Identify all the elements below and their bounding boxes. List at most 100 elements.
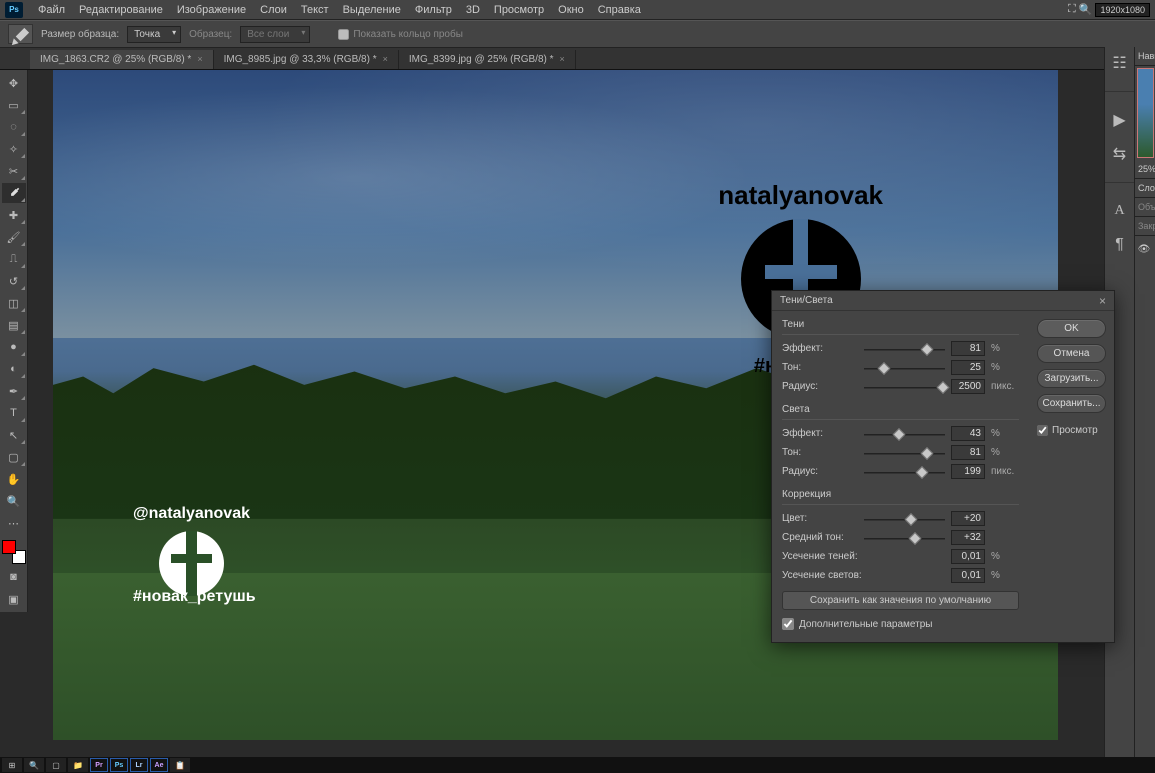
premiere-icon[interactable]: Pr <box>90 758 108 772</box>
notes-icon[interactable]: 📋 <box>170 758 190 772</box>
clip-black-input[interactable] <box>951 549 985 564</box>
search-icon[interactable]: 🔍 <box>1079 3 1093 16</box>
screen-mode-icon[interactable]: ▣ <box>2 589 26 609</box>
color-input[interactable] <box>951 511 985 526</box>
adjustments-icon[interactable]: ⇆ <box>1110 144 1130 164</box>
highlights-radius-slider[interactable] <box>864 465 945 479</box>
eyedropper-tool-icon[interactable] <box>2 183 26 203</box>
close-icon[interactable]: × <box>1099 294 1106 308</box>
midtone-input[interactable] <box>951 530 985 545</box>
explorer-icon[interactable]: 📁 <box>68 758 88 772</box>
char-panel-icon[interactable]: A <box>1110 201 1130 221</box>
color-slider[interactable] <box>864 512 945 526</box>
layers-panel-tab[interactable]: Слои <box>1135 179 1155 198</box>
sample-size-label: Размер образца: <box>41 29 119 40</box>
visibility-icon[interactable]: 👁 <box>1135 244 1153 260</box>
label: Цвет: <box>782 513 858 524</box>
document-tab[interactable]: IMG_8985.jpg @ 33,3% (RGB/8) * × <box>214 50 399 69</box>
brush-tool-icon[interactable]: 🖌 <box>2 227 26 247</box>
menu-filter[interactable]: Фильтр <box>408 4 459 16</box>
menu-view[interactable]: Просмотр <box>487 4 551 16</box>
dodge-tool-icon[interactable]: ◐ <box>2 359 26 379</box>
ok-button[interactable]: OK <box>1037 319 1106 338</box>
load-button[interactable]: Загрузить... <box>1037 369 1106 388</box>
mask-mode-icon[interactable]: ◙ <box>2 567 26 587</box>
close-icon[interactable]: × <box>560 54 565 65</box>
document-tab[interactable]: IMG_1863.CR2 @ 25% (RGB/8) * × <box>30 50 214 69</box>
marquee-tool-icon[interactable]: ▭ <box>2 95 26 115</box>
navigator-panel-tab[interactable]: Нави <box>1135 47 1155 66</box>
sample-size-dropdown[interactable]: Точка <box>127 26 181 43</box>
preview-checkbox[interactable]: Просмотр <box>1037 425 1106 436</box>
save-defaults-button[interactable]: Сохранить как значения по умолчанию <box>782 591 1019 610</box>
highlights-radius-input[interactable] <box>951 464 985 479</box>
shadows-radius-input[interactable] <box>951 379 985 394</box>
shadows-amount-input[interactable] <box>951 341 985 356</box>
heal-tool-icon[interactable]: ✚ <box>2 205 26 225</box>
save-button[interactable]: Сохранить... <box>1037 394 1106 413</box>
hand-tool-icon[interactable]: ✋ <box>2 469 26 489</box>
highlights-amount-slider[interactable] <box>864 427 945 441</box>
adjust-panel-icon[interactable]: ☷ <box>1110 53 1130 73</box>
gradient-tool-icon[interactable]: ▤ <box>2 315 26 335</box>
menu-file[interactable]: Файл <box>31 4 72 16</box>
play-action-icon[interactable]: ▶ <box>1110 110 1130 130</box>
history-brush-tool-icon[interactable]: ↺ <box>2 271 26 291</box>
pen-tool-icon[interactable]: ✒ <box>2 381 26 401</box>
para-panel-icon[interactable]: ¶ <box>1110 235 1130 255</box>
shadows-tone-input[interactable] <box>951 360 985 375</box>
eraser-tool-icon[interactable]: ◫ <box>2 293 26 313</box>
shadows-tone-slider[interactable] <box>864 361 945 375</box>
navigator-thumbnail[interactable] <box>1137 68 1154 158</box>
menu-edit[interactable]: Редактирование <box>72 4 170 16</box>
blur-tool-icon[interactable]: ● <box>2 337 26 357</box>
photoshop-icon[interactable]: Ps <box>110 758 128 772</box>
menu-layers[interactable]: Слои <box>253 4 294 16</box>
menu-bar: Ps Файл Редактирование Изображение Слои … <box>0 0 1155 20</box>
type-tool-icon[interactable]: T <box>2 403 26 423</box>
more-tools-icon[interactable]: ⋯ <box>2 513 26 533</box>
tool-swatch-icon[interactable] <box>8 24 33 44</box>
highlights-amount-input[interactable] <box>951 426 985 441</box>
highlights-tone-slider[interactable] <box>864 446 945 460</box>
close-icon[interactable]: × <box>197 54 202 65</box>
fg-bg-swatch[interactable] <box>2 540 26 564</box>
label: Радиус: <box>782 466 858 477</box>
highlights-section-title: Света <box>782 402 1019 420</box>
shape-tool-icon[interactable]: ▢ <box>2 447 26 467</box>
watermark-hashtag-small: #новак_ретушь <box>133 588 256 606</box>
menu-help[interactable]: Справка <box>591 4 648 16</box>
menu-select[interactable]: Выделение <box>336 4 408 16</box>
dialog-titlebar[interactable]: Тени/Света × <box>772 291 1114 311</box>
move-tool-icon[interactable]: ✥ <box>2 73 26 93</box>
sample-layers-dropdown[interactable]: Все слои <box>240 26 310 43</box>
start-button[interactable]: ⊞ <box>2 758 22 772</box>
menu-text[interactable]: Текст <box>294 4 336 16</box>
lasso-tool-icon[interactable]: ◌ <box>2 117 26 137</box>
show-ring-checkbox[interactable]: Показать кольцо пробы <box>338 29 463 40</box>
lightroom-icon[interactable]: Lr <box>130 758 148 772</box>
menu-3d[interactable]: 3D <box>459 4 487 16</box>
zoom-tool-icon[interactable]: 🔍 <box>2 491 26 511</box>
navigator-zoom[interactable]: 25% <box>1135 160 1155 179</box>
highlights-tone-input[interactable] <box>951 445 985 460</box>
midtone-slider[interactable] <box>864 531 945 545</box>
aftereffects-icon[interactable]: Ae <box>150 758 168 772</box>
stamp-tool-icon[interactable]: ⎍ <box>2 249 26 269</box>
more-options-checkbox[interactable]: Дополнительные параметры <box>782 618 1019 630</box>
cancel-button[interactable]: Отмена <box>1037 344 1106 363</box>
wand-tool-icon[interactable]: ✧ <box>2 139 26 159</box>
search-task-icon[interactable]: 🔍 <box>24 758 44 772</box>
document-tab[interactable]: IMG_8399.jpg @ 25% (RGB/8) * × <box>399 50 576 69</box>
path-tool-icon[interactable]: ↖ <box>2 425 26 445</box>
clip-white-input[interactable] <box>951 568 985 583</box>
close-icon[interactable]: × <box>383 54 388 65</box>
menu-window[interactable]: Окно <box>551 4 591 16</box>
menu-image[interactable]: Изображение <box>170 4 253 16</box>
layers-kind[interactable]: Объ <box>1135 198 1155 217</box>
shadows-amount-slider[interactable] <box>864 342 945 356</box>
left-toolbar: ✥ ▭ ◌ ✧ ✂ ✚ 🖌 ⎍ ↺ ◫ ▤ ● ◐ ✒ T ↖ ▢ ✋ 🔍 ⋯ … <box>0 70 28 612</box>
crop-tool-icon[interactable]: ✂ <box>2 161 26 181</box>
shadows-radius-slider[interactable] <box>864 380 945 394</box>
task-view-icon[interactable]: ▢ <box>46 758 66 772</box>
